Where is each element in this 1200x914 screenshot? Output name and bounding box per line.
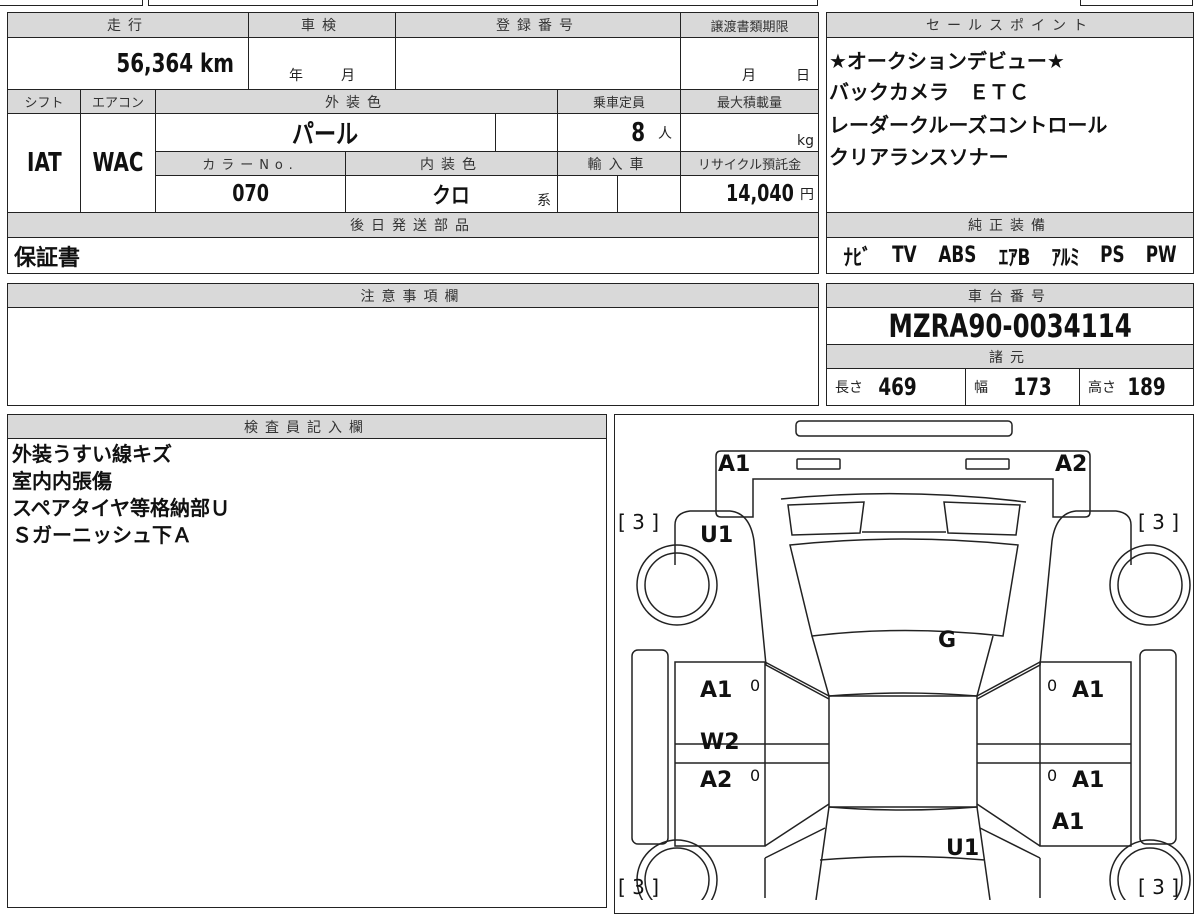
mark-right-rear-door-sub: 0 <box>1047 766 1058 785</box>
tire-tread-rr: [ 3 ] <box>1138 875 1180 899</box>
mark-left-rear-door: A2 <box>700 768 733 793</box>
mark-front-left-fender: U1 <box>700 523 734 548</box>
mark-left-front-door: A1 <box>700 678 733 703</box>
car-outline-icon <box>631 420 1191 900</box>
tire-tread-fl: [ 3 ] <box>618 510 660 534</box>
mark-right-rear-fender: A1 <box>1052 810 1085 835</box>
mark-right-rear-door: A1 <box>1072 768 1105 793</box>
tire-tread-fr: [ 3 ] <box>1138 510 1180 534</box>
tire-tread-rl: [ 3 ] <box>618 875 660 899</box>
mark-front-right: A2 <box>1055 452 1088 477</box>
mark-left-front-door-sub: 0 <box>750 676 761 695</box>
mark-front-left: A1 <box>718 452 751 477</box>
mark-right-front-door: A1 <box>1072 678 1105 703</box>
mark-right-front-door-sub: 0 <box>1047 676 1058 695</box>
mark-hood: G <box>938 628 957 653</box>
mark-left-rear-door-w: W2 <box>700 730 740 755</box>
mark-left-rear-door-sub: 0 <box>750 766 761 785</box>
mark-rear: U1 <box>946 836 980 861</box>
